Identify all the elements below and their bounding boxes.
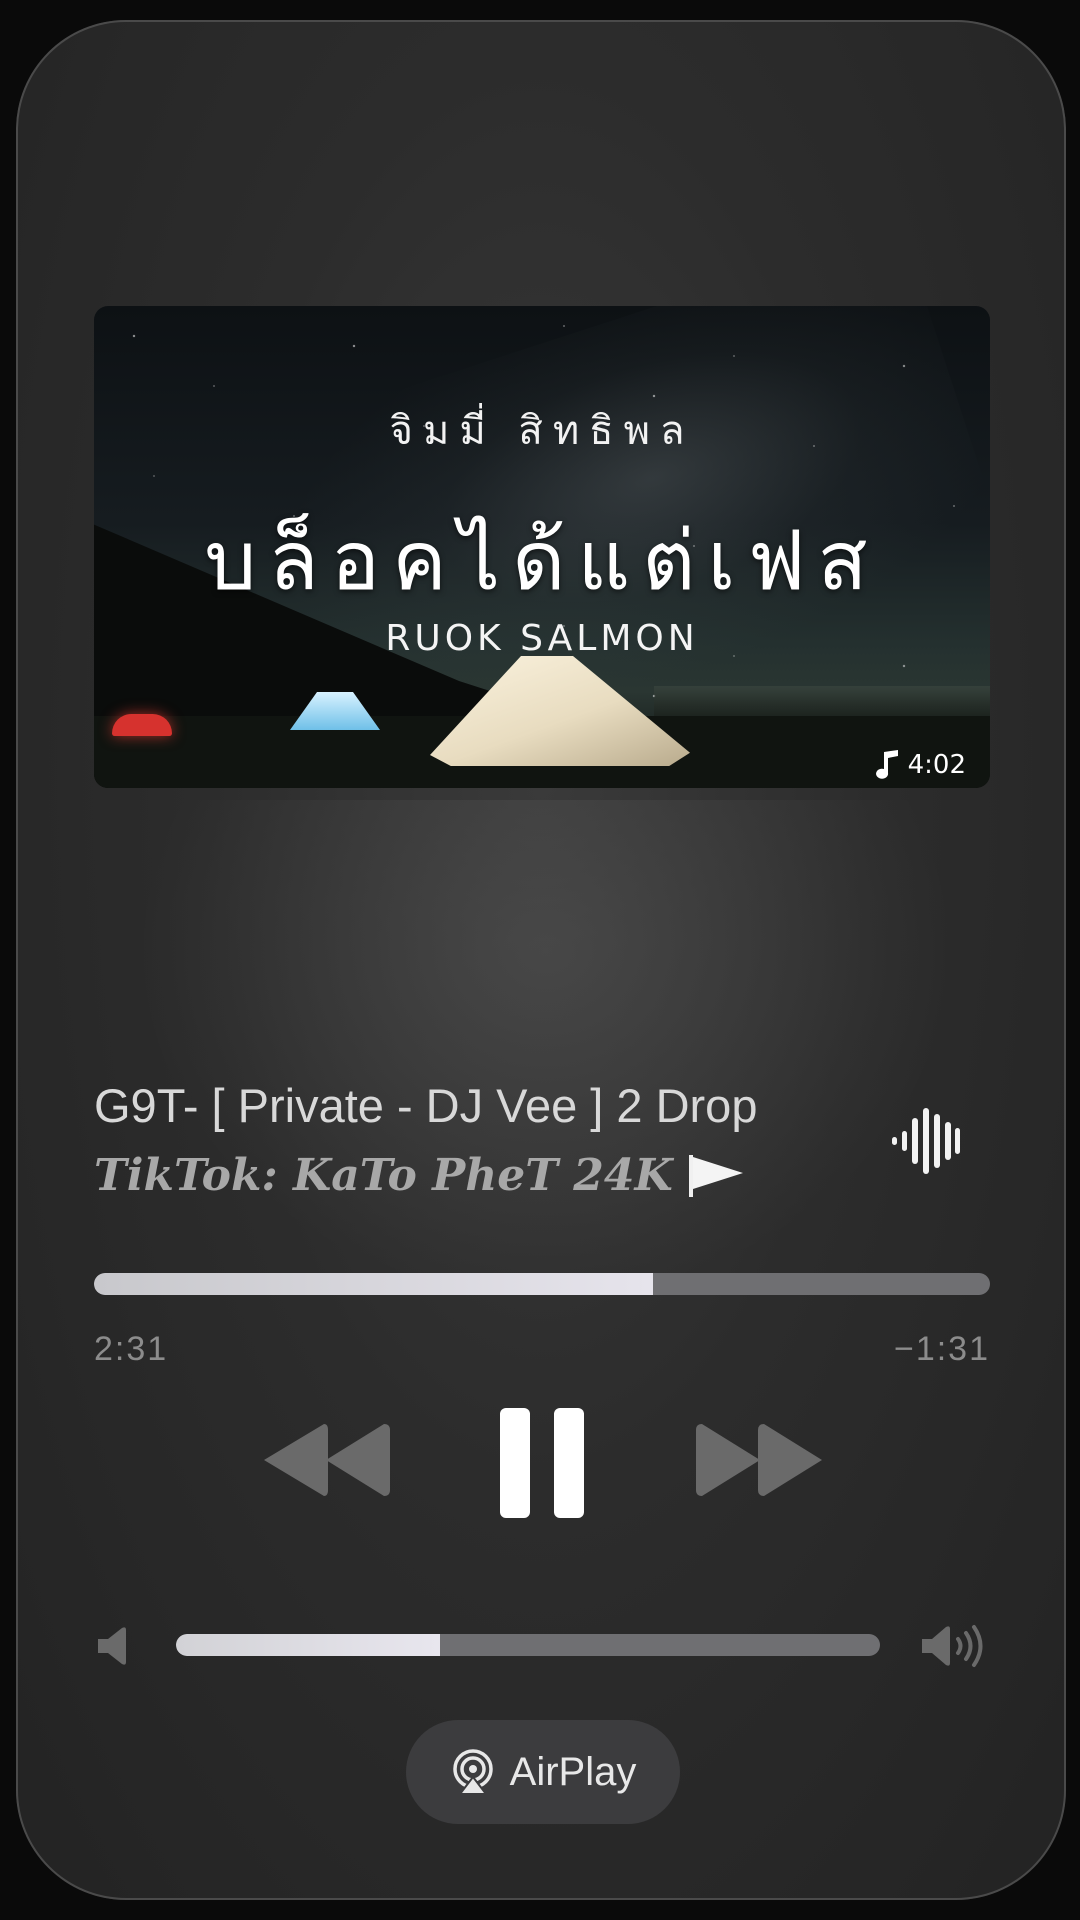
- speaker-low-icon: [98, 1627, 126, 1665]
- album-artwork[interactable]: จิมมี่ สิทธิพล บล็อคได้แต่เฟส RUOK SALMO…: [94, 306, 990, 788]
- background-glow: [136, 800, 956, 1300]
- waveform-icon[interactable]: [890, 1104, 962, 1178]
- elapsed-time: 2:31: [94, 1330, 169, 1368]
- artwork-subtitle-text: RUOK SALMON: [385, 618, 699, 659]
- rewind-button[interactable]: [264, 1424, 390, 1496]
- progress-fill: [94, 1273, 654, 1295]
- music-note-icon: [875, 750, 898, 779]
- progress-scrubber[interactable]: [94, 1273, 990, 1295]
- artwork-duration: 4:02: [874, 750, 966, 780]
- pause-icon: [500, 1408, 584, 1518]
- airplay-label: AirPlay: [509, 1749, 637, 1794]
- volume-fill: [176, 1634, 440, 1656]
- track-artist[interactable]: TikTok: KaTo PheT 24K: [94, 1150, 844, 1201]
- pause-button[interactable]: [498, 1406, 588, 1520]
- volume-slider[interactable]: [176, 1634, 880, 1656]
- artwork-artist-text: จิมมี่ สิทธิพล: [389, 408, 695, 454]
- remaining-time: −1:31: [893, 1330, 990, 1368]
- duration-label: 4:02: [907, 750, 966, 780]
- airplay-icon: [452, 1749, 493, 1795]
- airplay-button[interactable]: AirPlay: [406, 1720, 680, 1824]
- artwork-red-tent: [112, 714, 172, 736]
- artwork-title-text: บล็อคได้แต่เฟส: [204, 514, 880, 609]
- fast-forward-icon: [696, 1424, 822, 1496]
- rewind-icon: [264, 1424, 390, 1496]
- speaker-high-icon: [922, 1625, 983, 1667]
- track-artist-label: TikTok: KaTo PheT 24K: [94, 1150, 673, 1201]
- fast-forward-button[interactable]: [696, 1424, 822, 1496]
- flag-icon: [688, 1154, 743, 1197]
- now-playing-panel: [16, 20, 1066, 1900]
- track-title: G9T- [ Private - DJ Vee ] 2 Drop: [94, 1079, 758, 1132]
